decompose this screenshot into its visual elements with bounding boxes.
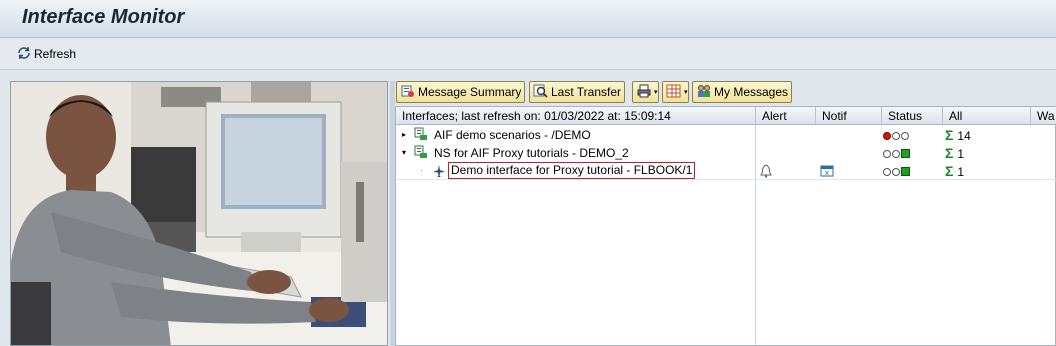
tree-row-label: Demo interface for Proxy tutorial - FLBO… bbox=[448, 162, 696, 179]
my-messages-label: My Messages bbox=[714, 85, 789, 99]
page-title: Interface Monitor bbox=[22, 6, 185, 28]
status-traffic-light bbox=[883, 144, 910, 162]
chevron-down-icon: ▾ bbox=[654, 89, 658, 96]
column-header-interfaces[interactable]: Interfaces; last refresh on: 01/03/2022 … bbox=[396, 107, 756, 125]
message-summary-icon bbox=[400, 83, 416, 102]
svg-text:x: x bbox=[825, 169, 829, 177]
sigma-icon: Σ bbox=[945, 163, 954, 179]
status-traffic-light bbox=[883, 126, 910, 144]
notification-icon[interactable]: x bbox=[820, 164, 834, 182]
airplane-icon bbox=[432, 164, 446, 182]
interface-pane: Message Summary Last Transfer ▾ ▾ My Mes… bbox=[395, 79, 1056, 346]
all-count: Σ1 bbox=[945, 145, 965, 161]
namespace-icon bbox=[414, 127, 428, 145]
tree-leaf-dot: · bbox=[420, 166, 423, 175]
last-transfer-label: Last Transfer bbox=[551, 85, 622, 99]
refresh-icon bbox=[16, 45, 32, 64]
column-header-wa[interactable]: Wa bbox=[1031, 107, 1056, 125]
interfaces-tree-grid: Interfaces; last refresh on: 01/03/2022 … bbox=[395, 106, 1056, 346]
layout-button[interactable]: ▾ bbox=[662, 81, 689, 103]
collapse-arrow-icon[interactable]: ▾ bbox=[402, 144, 406, 162]
expand-arrow-icon[interactable]: ▸ bbox=[402, 126, 406, 144]
title-bar: Interface Monitor bbox=[0, 0, 1056, 38]
users-icon bbox=[696, 83, 712, 102]
tree-row[interactable]: · Demo interface for Proxy tutorial - FL… bbox=[396, 162, 1056, 180]
office-worker-image bbox=[10, 81, 388, 346]
print-button[interactable]: ▾ bbox=[632, 81, 659, 103]
magnifier-icon bbox=[533, 83, 549, 102]
tree-row[interactable]: ▾ NS for AIF Proxy tutorials - DEMO_2 Σ1 bbox=[396, 144, 1056, 162]
all-count: Σ1 bbox=[945, 163, 965, 179]
main-content: Message Summary Last Transfer ▾ ▾ My Mes… bbox=[0, 71, 1056, 346]
status-traffic-light bbox=[883, 162, 910, 180]
sigma-icon: Σ bbox=[945, 127, 954, 143]
grid-header: Interfaces; last refresh on: 01/03/2022 … bbox=[396, 107, 1056, 125]
last-transfer-button[interactable]: Last Transfer bbox=[529, 81, 626, 103]
alert-bell-icon[interactable] bbox=[760, 164, 772, 182]
my-messages-button[interactable]: My Messages bbox=[692, 81, 793, 103]
column-header-alert[interactable]: Alert bbox=[756, 107, 816, 125]
tree-row[interactable]: ▸ AIF demo scenarios - /DEMO Σ 14 bbox=[396, 126, 1056, 144]
namespace-icon bbox=[414, 145, 428, 163]
column-header-all[interactable]: All bbox=[943, 107, 1031, 125]
column-header-status[interactable]: Status bbox=[882, 107, 943, 125]
refresh-label: Refresh bbox=[34, 47, 77, 61]
layout-grid-icon bbox=[666, 83, 682, 102]
printer-icon bbox=[636, 83, 652, 102]
message-summary-button[interactable]: Message Summary bbox=[396, 81, 526, 103]
tree-row-label: AIF demo scenarios - /DEMO bbox=[434, 128, 591, 142]
refresh-button[interactable]: Refresh bbox=[16, 44, 76, 64]
chevron-down-icon: ▾ bbox=[684, 89, 688, 96]
column-header-notif[interactable]: Notif bbox=[816, 107, 882, 125]
tree-row-label: NS for AIF Proxy tutorials - DEMO_2 bbox=[434, 146, 629, 160]
all-count: Σ 14 bbox=[945, 127, 971, 143]
application-toolbar: Refresh bbox=[0, 39, 1056, 70]
message-summary-label: Message Summary bbox=[418, 85, 522, 99]
sigma-icon: Σ bbox=[945, 145, 954, 161]
grid-toolbar: Message Summary Last Transfer ▾ ▾ My Mes… bbox=[395, 79, 1056, 105]
